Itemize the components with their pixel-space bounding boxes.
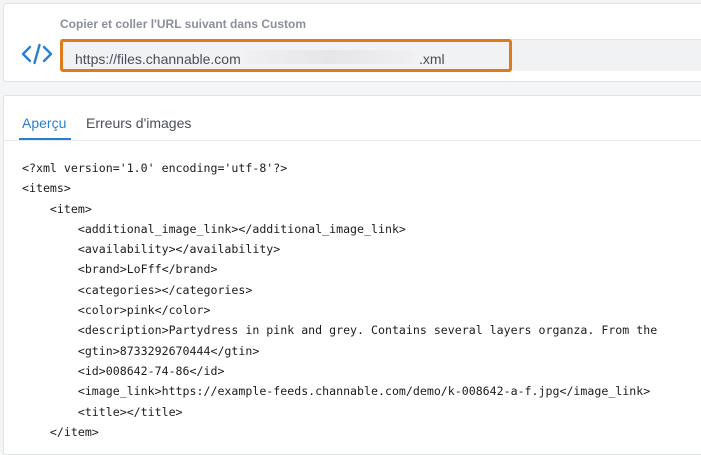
xml-line: <image_link>https://example-feeds.channa… (22, 384, 651, 399)
tab-bar: Aperçu Erreurs d'images (4, 96, 701, 140)
xml-line: <categories></categories> (22, 282, 253, 297)
code-icon (21, 43, 53, 65)
xml-preview: <?xml version='1.0' encoding='utf-8'?> <i… (22, 158, 657, 442)
xml-line: <gtin>8733292670444</gtin> (22, 343, 260, 358)
url-redacted-segment (245, 50, 415, 64)
xml-line: <additional_image_link></additional_imag… (22, 221, 406, 236)
tab-apercu[interactable]: Aperçu (22, 115, 66, 131)
tab-erreurs-images[interactable]: Erreurs d'images (86, 115, 191, 131)
xml-line: <description>Partydress in pink and grey… (22, 323, 658, 338)
xml-line: <title></title> (22, 404, 183, 419)
xml-line: <item> (22, 201, 92, 216)
xml-line: <availability></availability> (22, 242, 281, 257)
url-card: Copier et coller l'URL suivant dans Cust… (3, 3, 701, 82)
xml-line: <color>pink</color> (22, 303, 211, 318)
xml-line: <brand>LoFff</brand> (22, 262, 218, 277)
url-label: Copier et coller l'URL suivant dans Cust… (60, 17, 307, 31)
preview-card: Aperçu Erreurs d'images <?xml version='1… (3, 95, 701, 455)
xml-line: <?xml version='1.0' encoding='utf-8'?> (22, 161, 288, 175)
url-text-end: .xml (419, 51, 445, 67)
url-text-start: https://files.channable.com (75, 51, 241, 67)
tab-divider (4, 140, 701, 141)
xml-line: </item> (22, 424, 99, 439)
url-highlight-box[interactable]: https://files.channable.com .xml (60, 39, 512, 72)
xml-line: <items> (22, 181, 71, 196)
xml-line: <id>008642-74-86</id> (22, 363, 225, 378)
